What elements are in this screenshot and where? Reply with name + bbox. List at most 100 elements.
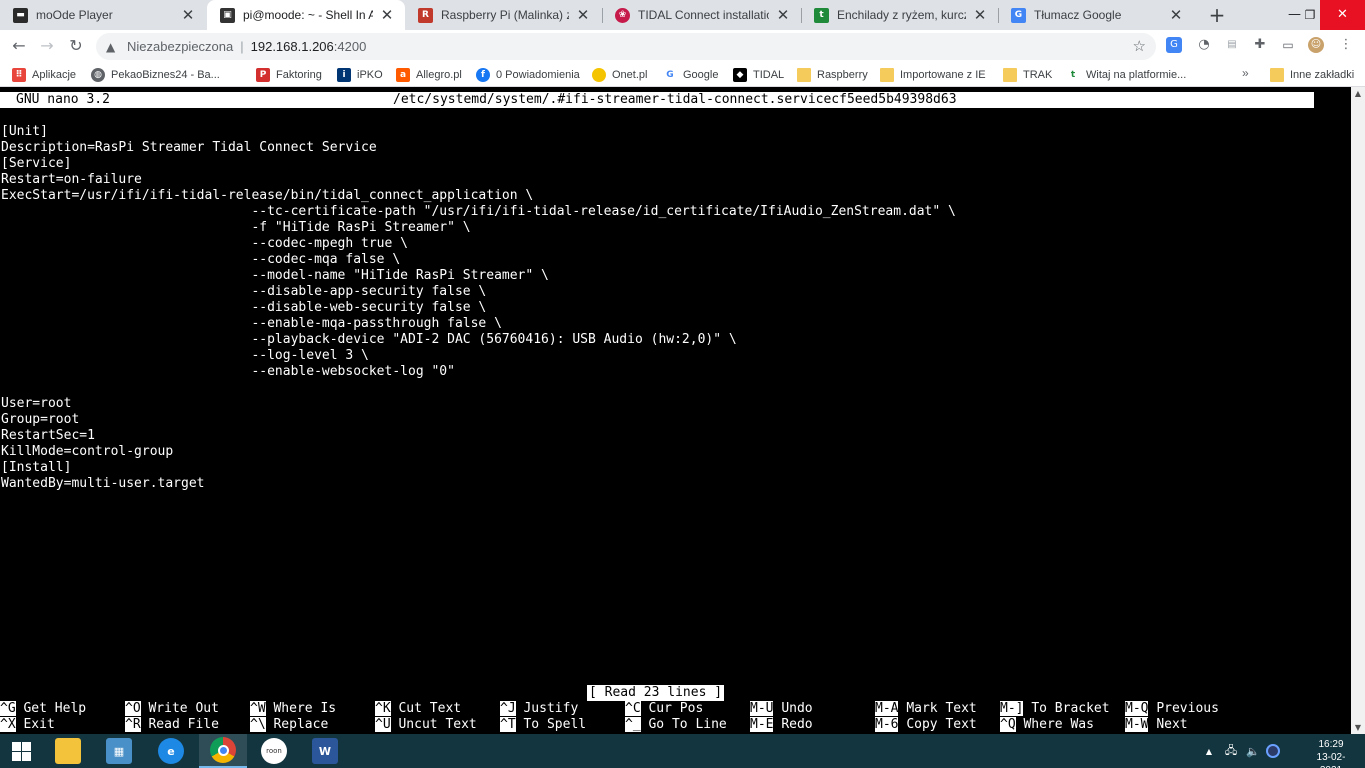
bookmark-folder-raspberry[interactable]: Raspberry [797, 66, 868, 83]
nano-shortcut[interactable]: ^X Exit [0, 717, 55, 733]
bookmark-allegro[interactable]: a Allegro.pl [396, 66, 462, 83]
bookmark-faktoring[interactable]: P Faktoring [256, 66, 322, 83]
chrome-menu-icon[interactable]: ⋮ [1338, 37, 1354, 53]
back-button[interactable]: ← [8, 35, 30, 57]
close-window-button[interactable]: ✕ [1320, 0, 1365, 30]
editor-line[interactable]: [Install] [1, 460, 1311, 476]
editor-line[interactable]: KillMode=control-group [1, 444, 1311, 460]
bookmark-pekaobiznes[interactable]: ◍ PekaoBiznes24 - Ba... [91, 66, 220, 83]
editor-line[interactable]: Restart=on-failure [1, 172, 1311, 188]
bookmark-witaj[interactable]: t Witaj na platformie... [1066, 66, 1186, 83]
taskbar-control-panel[interactable]: ▦ [95, 734, 143, 768]
nano-shortcut[interactable]: M-Q Previous [1125, 701, 1219, 717]
nano-shortcut[interactable]: ^T To Spell [500, 717, 586, 733]
nano-shortcut[interactable]: ^K Cut Text [375, 701, 461, 717]
taskbar-file-explorer[interactable] [44, 734, 92, 768]
editor-line[interactable]: ExecStart=/usr/ifi/ifi-tidal-release/bin… [1, 188, 1311, 204]
editor-line[interactable]: User=root [1, 396, 1311, 412]
nano-shortcut[interactable]: ^C Cur Pos [625, 701, 703, 717]
taskbar-clock[interactable]: 16:29 13-02-2021 [1306, 738, 1356, 768]
close-tab-icon[interactable]: ✕ [379, 7, 395, 23]
address-bar[interactable]: ▲ Niezabezpieczona | 192.168.1.206 :4200… [96, 33, 1156, 60]
bookmark-folder-imported[interactable]: Importowane z IE [880, 66, 986, 83]
editor-buffer[interactable]: [Unit] Description=RasPi Streamer Tidal C… [1, 124, 1311, 492]
nano-shortcut[interactable]: ^W Where Is [250, 701, 336, 717]
nano-shortcut[interactable]: ^_ Go To Line [625, 717, 727, 733]
google-translate-extension-icon[interactable]: G [1166, 37, 1182, 53]
extension-gray-icon[interactable]: ▤ [1224, 37, 1240, 53]
cast-icon[interactable]: ▭ [1280, 37, 1296, 53]
taskbar-chrome[interactable] [199, 734, 247, 768]
close-tab-icon[interactable]: ✕ [180, 7, 196, 23]
bookmark-apps[interactable]: ⠿ Aplikacje [12, 66, 76, 83]
scroll-down-arrow-icon[interactable]: ▼ [1351, 723, 1365, 732]
editor-line[interactable]: --log-level 3 \ [1, 348, 1311, 364]
new-tab-button[interactable]: + [1206, 4, 1228, 26]
bookmark-tidal[interactable]: ◆ TIDAL [733, 66, 784, 83]
tab-raspberry-pi-dac[interactable]: R Raspberry Pi (Malinka) z DAC ✕ [405, 0, 601, 30]
bookmark-star-icon[interactable]: ☆ [1133, 37, 1146, 55]
bookmark-folder-trak[interactable]: TRAK [1003, 66, 1052, 83]
editor-line[interactable]: WantedBy=multi-user.target [1, 476, 1311, 492]
profile-avatar-icon[interactable]: ☺ [1308, 37, 1324, 53]
close-tab-icon[interactable]: ✕ [1168, 7, 1184, 23]
editor-line[interactable]: [Unit] [1, 124, 1311, 140]
bookmark-facebook[interactable]: f 0 Powiadomienia [476, 66, 580, 83]
nano-shortcut[interactable]: M-E Redo [750, 717, 813, 733]
editor-line[interactable]: RestartSec=1 [1, 428, 1311, 444]
nano-shortcut[interactable]: M-] To Bracket [1000, 701, 1110, 717]
tab-shell-in-a-box[interactable]: ▣ pi@moode: ~ - Shell In A Box ✕ [207, 0, 405, 30]
bookmark-other-folder[interactable]: Inne zakładki [1270, 66, 1354, 83]
url-host[interactable]: 192.168.1.206 [251, 39, 334, 54]
close-tab-icon[interactable]: ✕ [775, 7, 791, 23]
close-tab-icon[interactable]: ✕ [575, 7, 591, 23]
extensions-puzzle-icon[interactable]: ✚ [1252, 37, 1268, 53]
editor-line[interactable]: --tc-certificate-path "/usr/ifi/ifi-tida… [1, 204, 1311, 220]
terminal-window[interactable]: GNU nano 3.2 /etc/systemd/system/.#ifi-s… [0, 87, 1351, 734]
editor-line[interactable]: --codec-mqa false \ [1, 252, 1311, 268]
nano-shortcut[interactable]: ^U Uncut Text [375, 717, 477, 733]
not-secure-warning-icon[interactable]: ▲ [106, 40, 120, 54]
bookmark-google[interactable]: G Google [663, 66, 718, 83]
reload-button[interactable]: ↻ [65, 35, 87, 57]
nano-shortcut[interactable]: ^G Get Help [0, 701, 86, 717]
url-port[interactable]: :4200 [334, 39, 367, 54]
nano-shortcut[interactable]: ^\ Replace [250, 717, 328, 733]
nano-shortcut[interactable]: M-A Mark Text [875, 701, 977, 717]
tab-enchilady[interactable]: t Enchilady z ryżem, kurczakiem ✕ [801, 0, 998, 30]
bookmark-ipko[interactable]: i iPKO [337, 66, 383, 83]
taskbar-word[interactable]: W [301, 734, 349, 768]
tray-app-icon[interactable] [1266, 744, 1280, 758]
editor-line[interactable]: --disable-web-security false \ [1, 300, 1311, 316]
forward-button[interactable]: → [36, 35, 58, 57]
tab-moode-player[interactable]: ▬ moOde Player ✕ [0, 0, 206, 30]
volume-icon[interactable]: 🔈 [1244, 745, 1262, 758]
editor-line[interactable]: --model-name "HiTide RasPi Streamer" \ [1, 268, 1311, 284]
editor-line[interactable]: --playback-device "ADI-2 DAC (56760416):… [1, 332, 1311, 348]
editor-line[interactable]: Description=RasPi Streamer Tidal Connect… [1, 140, 1311, 156]
editor-line[interactable]: Group=root [1, 412, 1311, 428]
editor-line[interactable]: -f "HiTide RasPi Streamer" \ [1, 220, 1311, 236]
nano-shortcut[interactable]: M-U Undo [750, 701, 813, 717]
editor-line[interactable] [1, 380, 1311, 396]
start-button[interactable] [0, 734, 44, 768]
editor-line[interactable]: --codec-mpegh true \ [1, 236, 1311, 252]
tab-google-translate[interactable]: G Tłumacz Google ✕ [998, 0, 1194, 30]
tab-tidal-connect[interactable]: ❀ TIDAL Connect installation! ✕ [602, 0, 801, 30]
editor-line[interactable]: --enable-mqa-passthrough false \ [1, 316, 1311, 332]
taskbar-edge[interactable]: e [147, 734, 195, 768]
nano-shortcut[interactable]: ^J Justify [500, 701, 578, 717]
tray-chevron-icon[interactable]: ▲ [1200, 747, 1218, 756]
taskbar-roon[interactable]: roon [250, 734, 298, 768]
editor-line[interactable]: [Service] [1, 156, 1311, 172]
scroll-up-arrow-icon[interactable]: ▲ [1351, 89, 1365, 98]
nano-shortcut[interactable]: ^Q Where Was [1000, 717, 1094, 733]
editor-line[interactable]: --disable-app-security false \ [1, 284, 1311, 300]
network-icon[interactable]: 🖧 [1222, 742, 1240, 761]
terminal-scrollbar[interactable]: ▲ ▼ [1351, 87, 1365, 734]
bookmark-onet[interactable]: Onet.pl [592, 66, 647, 83]
security-label[interactable]: Niezabezpieczona [127, 39, 233, 54]
nano-shortcut[interactable]: ^O Write Out [125, 701, 219, 717]
nano-shortcut[interactable]: M-6 Copy Text [875, 717, 977, 733]
speedometer-extension-icon[interactable]: ◔ [1196, 37, 1212, 53]
